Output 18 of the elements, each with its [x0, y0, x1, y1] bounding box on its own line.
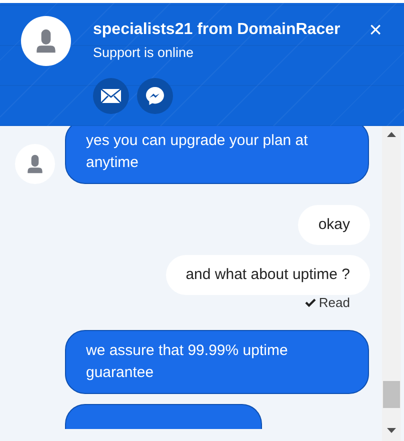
messenger-button[interactable] — [137, 78, 173, 114]
agent-message: yes you can upgrade your plan at anytime — [65, 126, 369, 184]
user-message: okay — [298, 205, 370, 245]
scrollbar[interactable] — [382, 126, 401, 441]
status-text: Support is online — [93, 45, 195, 60]
scroll-down-icon[interactable] — [387, 428, 396, 433]
check-icon — [304, 298, 316, 307]
email-button[interactable] — [93, 78, 129, 114]
agent-avatar — [21, 16, 71, 66]
envelope-icon — [100, 88, 122, 104]
user-message: and what about uptime ? — [166, 255, 370, 295]
scroll-up-icon[interactable] — [387, 132, 396, 137]
messenger-icon — [145, 86, 165, 106]
agent-message: we assure that 99.99% uptime guarantee — [65, 330, 369, 394]
scroll-thumb[interactable] — [383, 381, 400, 408]
read-receipt: Read — [318, 295, 350, 310]
agent-title: specialists21 from DomainRacer — [93, 21, 340, 39]
close-button[interactable]: × — [369, 19, 382, 41]
